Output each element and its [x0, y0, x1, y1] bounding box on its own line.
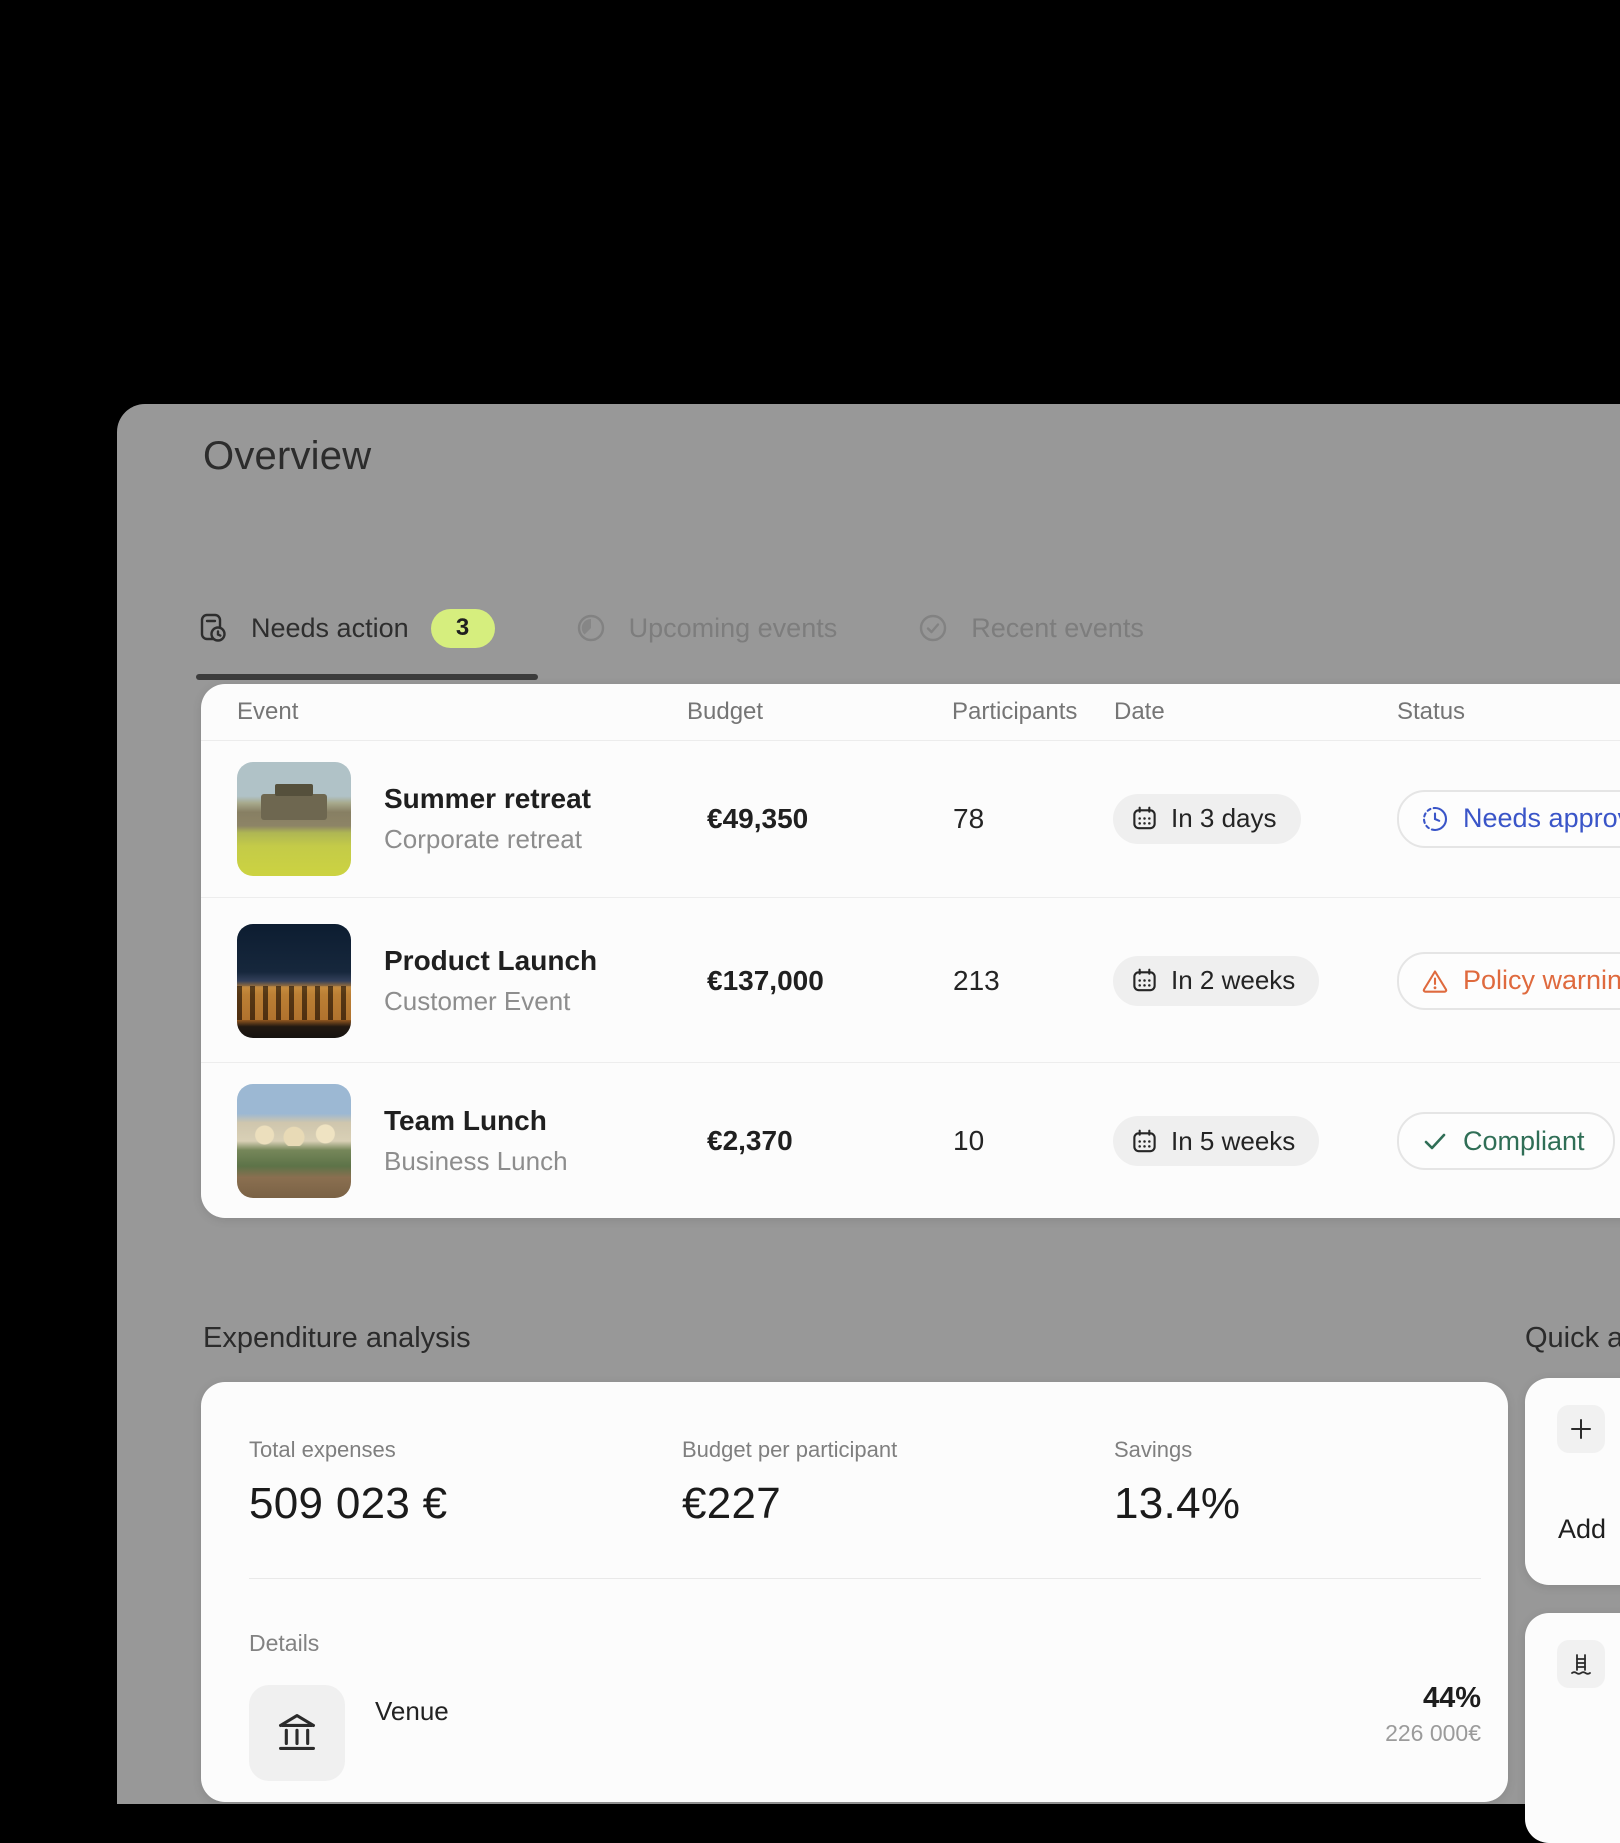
column-header-participants: Participants [952, 698, 1077, 726]
status-badge[interactable]: Policy warning [1397, 952, 1620, 1010]
event-subtitle: Customer Event [384, 986, 597, 1017]
status-badge[interactable]: Needs approval [1397, 790, 1620, 848]
date-pill: In 3 days [1113, 794, 1301, 844]
tab-bar: Needs action 3 Upcoming events Recent ev… [197, 607, 1144, 649]
detail-label: Venue [375, 1696, 449, 1727]
stat-savings: Savings 13.4% [1114, 1437, 1240, 1529]
warning-triangle-icon [1421, 967, 1449, 995]
participants-value: 213 [953, 965, 1000, 997]
stat-budget-per-participant: Budget per participant €227 [682, 1437, 897, 1529]
tab-label: Recent events [971, 613, 1144, 644]
table-row[interactable]: Team Lunch Business Lunch €2,370 10 In 5… [201, 1062, 1620, 1219]
event-title: Product Launch [384, 945, 597, 977]
quick-actions-heading: Quick actions [1525, 1322, 1620, 1355]
details-heading: Details [249, 1630, 319, 1657]
participants-value: 78 [953, 803, 984, 835]
plus-icon [1568, 1416, 1594, 1442]
date-pill: In 2 weeks [1113, 956, 1319, 1006]
active-tab-indicator [196, 674, 538, 680]
check-circle-icon [917, 612, 949, 644]
ladder-icon [1568, 1651, 1594, 1677]
column-header-event: Event [237, 698, 298, 726]
event-thumbnail [237, 1084, 351, 1198]
quick-action-card[interactable] [1525, 1613, 1620, 1843]
tab-label: Upcoming events [629, 613, 838, 644]
stat-value: €227 [682, 1479, 897, 1529]
venue-icon-box [249, 1685, 345, 1781]
event-title: Summer retreat [384, 783, 591, 815]
event-thumbnail [237, 924, 351, 1038]
status-label: Needs approval [1463, 803, 1620, 834]
event-subtitle: Business Lunch [384, 1146, 568, 1177]
overview-panel: Overview Needs action 3 Upcoming events [117, 404, 1620, 1804]
stat-value: 13.4% [1114, 1479, 1240, 1529]
event-title: Team Lunch [384, 1105, 568, 1137]
participants-value: 10 [953, 1125, 984, 1157]
tab-label: Needs action [251, 613, 409, 644]
table-row[interactable]: Summer retreat Corporate retreat €49,350… [201, 740, 1620, 897]
tab-recent-events[interactable]: Recent events [917, 612, 1144, 644]
calendar-icon [1131, 967, 1158, 994]
tab-upcoming-events[interactable]: Upcoming events [575, 612, 838, 644]
calendar-icon [1131, 1128, 1158, 1155]
detail-amount: 226 000€ [1385, 1720, 1481, 1747]
budget-value: €49,350 [707, 803, 808, 835]
stat-label: Budget per participant [682, 1437, 897, 1463]
pending-clock-icon [1421, 805, 1449, 833]
column-header-status: Status [1397, 698, 1465, 726]
status-label: Compliant [1463, 1126, 1585, 1157]
budget-value: €2,370 [707, 1125, 793, 1157]
expenditure-heading: Expenditure analysis [203, 1322, 471, 1355]
quick-action-add-card[interactable]: Add [1525, 1378, 1620, 1585]
history-clock-icon [575, 612, 607, 644]
stat-total-expenses: Total expenses 509 023 € [249, 1437, 447, 1529]
date-pill: In 5 weeks [1113, 1116, 1319, 1166]
needs-action-table: Event Budget Participants Date Status Su… [201, 684, 1620, 1218]
calendar-icon [1131, 805, 1158, 832]
status-label: Policy warning [1463, 965, 1620, 996]
check-icon [1421, 1127, 1449, 1155]
column-header-date: Date [1114, 698, 1165, 726]
event-thumbnail [237, 762, 351, 876]
ladder-icon-box [1557, 1640, 1605, 1688]
divider [249, 1578, 1481, 1579]
column-header-budget: Budget [687, 698, 763, 726]
expenditure-card: Total expenses 509 023 € Budget per part… [201, 1382, 1508, 1802]
date-label: In 2 weeks [1171, 965, 1295, 996]
date-label: In 3 days [1171, 803, 1277, 834]
budget-value: €137,000 [707, 965, 824, 997]
tab-needs-action[interactable]: Needs action 3 [197, 609, 495, 648]
stat-value: 509 023 € [249, 1479, 447, 1529]
needs-action-count-badge: 3 [431, 609, 495, 648]
date-label: In 5 weeks [1171, 1126, 1295, 1157]
quick-action-label: Add [1558, 1514, 1606, 1545]
venue-building-icon [274, 1709, 320, 1755]
table-row[interactable]: Product Launch Customer Event €137,000 2… [201, 897, 1620, 1063]
detail-percent: 44% [1423, 1682, 1481, 1715]
document-clock-icon [197, 612, 229, 644]
stat-label: Total expenses [249, 1437, 447, 1463]
event-subtitle: Corporate retreat [384, 824, 591, 855]
plus-icon-box [1557, 1405, 1605, 1453]
table-header: Event Budget Participants Date Status [201, 684, 1620, 741]
stat-label: Savings [1114, 1437, 1240, 1463]
status-badge[interactable]: Compliant [1397, 1112, 1615, 1170]
page-title: Overview [203, 434, 371, 479]
